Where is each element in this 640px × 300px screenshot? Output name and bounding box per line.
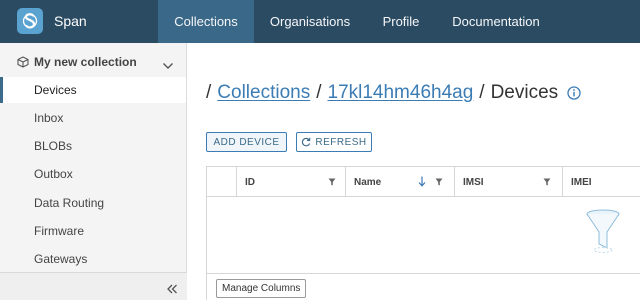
breadcrumb: / Collections / 17kl14hm46h4ag / Devices [206, 82, 581, 104]
breadcrumb-collection-id-link[interactable]: 17kl14hm46h4ag [328, 82, 474, 104]
column-label-imsi: IMSI [463, 177, 484, 188]
refresh-icon [302, 137, 311, 147]
sort-descending-icon[interactable] [418, 176, 426, 190]
nav-collections[interactable]: Collections [158, 0, 254, 43]
top-navbar: Span Collections Organisations Profile D… [0, 0, 640, 43]
breadcrumb-separator: / [206, 82, 212, 103]
column-header-id[interactable]: ID [236, 167, 344, 197]
sidebar-item-devices[interactable]: Devices [0, 77, 186, 103]
filter-icon[interactable] [543, 178, 551, 189]
manage-columns-button[interactable]: Manage Columns [216, 279, 307, 298]
refresh-label: REFRESH [315, 136, 367, 148]
sidebar-item-gateways[interactable]: Gateways [0, 246, 186, 272]
sidebar-item-blobs[interactable]: BLOBs [0, 133, 186, 159]
sidebar-item-outbox[interactable]: Outbox [0, 161, 186, 187]
brand[interactable]: Span [17, 7, 87, 35]
sidebar-item-data-routing[interactable]: Data Routing [0, 190, 186, 216]
breadcrumb-separator: / [479, 82, 485, 103]
page-title: Devices [490, 82, 559, 103]
chevron-down-icon[interactable] [162, 57, 174, 75]
double-chevron-left-icon[interactable] [166, 281, 178, 299]
breadcrumb-separator: / [316, 82, 322, 103]
column-header-imsi[interactable]: IMSI [454, 167, 562, 197]
refresh-button[interactable]: REFRESH [296, 132, 372, 152]
table-footer: Manage Columns [207, 273, 640, 300]
column-label-name: Name [354, 177, 382, 188]
info-icon[interactable] [567, 86, 581, 100]
nav-organisations[interactable]: Organisations [258, 0, 362, 43]
nav-profile[interactable]: Profile [368, 0, 434, 43]
sidebar-item-inbox[interactable]: Inbox [0, 105, 186, 131]
column-header-imei[interactable]: IMEI [562, 167, 640, 197]
devices-table: ID Name IMSI IMEI Manage Columns [206, 166, 640, 300]
filter-icon[interactable] [435, 178, 443, 189]
span-logo-icon [17, 8, 43, 34]
add-device-button[interactable]: ADD DEVICE [206, 132, 287, 152]
column-header-name[interactable]: Name [345, 167, 453, 197]
sidebar-collapse-bar [0, 272, 187, 300]
app-name: Span [54, 13, 87, 29]
collection-title: My new collection [34, 55, 137, 69]
table-empty-state [207, 198, 640, 273]
collection-selector[interactable]: My new collection [0, 49, 187, 75]
nav-documentation[interactable]: Documentation [441, 0, 551, 43]
breadcrumb-collections-link[interactable]: Collections [217, 82, 310, 104]
sidebar-item-firmware[interactable]: Firmware [0, 218, 186, 244]
column-label-imei: IMEI [571, 177, 592, 188]
filter-icon[interactable] [328, 178, 336, 189]
empty-funnel-icon [585, 208, 621, 259]
column-label-id: ID [245, 177, 255, 188]
box-icon [17, 55, 29, 73]
sidebar: My new collection Devices Inbox BLOBs Ou… [0, 43, 187, 300]
table-header: ID Name IMSI IMEI [207, 167, 640, 197]
